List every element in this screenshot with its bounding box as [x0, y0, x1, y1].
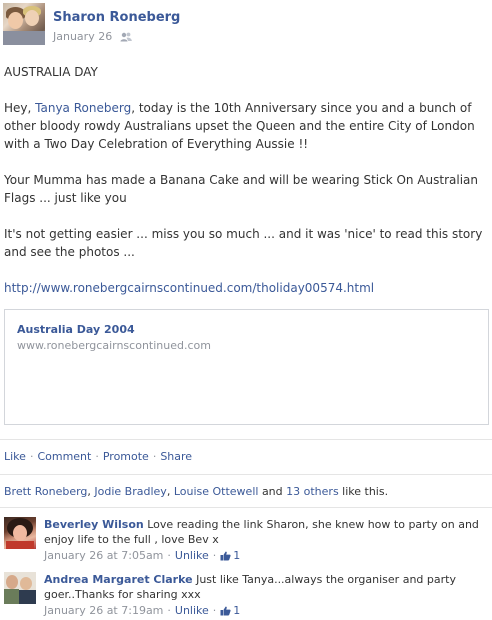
separator: ·: [152, 450, 157, 463]
comment-meta: January 26 at 7:05am · Unlike · 1: [44, 548, 488, 563]
comment: Andrea Margaret Clarke Just like Tanya..…: [4, 572, 488, 618]
liker-link[interactable]: Louise Ottewell: [174, 485, 259, 498]
liker-link[interactable]: Jodie Bradley: [94, 485, 166, 498]
likes-summary: Brett Roneberg, Jodie Bradley, Louise Ot…: [4, 485, 388, 498]
link-card-title[interactable]: Australia Day 2004: [17, 323, 135, 336]
action-bar: Like · Comment · Promote · Share: [4, 450, 192, 463]
comment-like-count[interactable]: 1: [220, 603, 240, 618]
comment-meta: January 26 at 7:19am · Unlike · 1: [44, 603, 488, 618]
post-title: AUSTRALIA DAY: [4, 65, 98, 79]
comment-button[interactable]: Comment: [37, 450, 91, 463]
like-count-value: 1: [233, 604, 241, 617]
separator: ·: [212, 549, 217, 562]
divider: [0, 474, 492, 475]
comment-body: Beverley Wilson Love reading the link Sh…: [44, 517, 488, 563]
author-name[interactable]: Sharon Roneberg: [53, 10, 180, 25]
post-url-link[interactable]: http://www.ronebergcairnscontinued.com/t…: [4, 281, 374, 295]
comment-body: Andrea Margaret Clarke Just like Tanya..…: [44, 572, 488, 618]
others-likes-link[interactable]: 13 others: [286, 485, 339, 498]
commenter-avatar[interactable]: [4, 572, 36, 604]
comma: ,: [166, 485, 171, 498]
likes-suffix: like this.: [342, 485, 389, 498]
post-date[interactable]: January 26: [53, 30, 112, 43]
comment-timestamp[interactable]: January 26 at 7:19am: [44, 603, 163, 618]
post-body: AUSTRALIA DAY Hey, Tanya Roneberg, today…: [4, 63, 488, 297]
post-paragraph-1: Hey, Tanya Roneberg, today is the 10th A…: [4, 99, 488, 153]
separator: ·: [212, 604, 217, 617]
post-paragraph-3: It's not getting easier ... miss you so …: [4, 227, 483, 259]
comment: Beverley Wilson Love reading the link Sh…: [4, 517, 488, 563]
commenter-name[interactable]: Beverley Wilson: [44, 518, 144, 531]
share-button[interactable]: Share: [160, 450, 192, 463]
commenter-name[interactable]: Andrea Margaret Clarke: [44, 573, 193, 586]
promote-button[interactable]: Promote: [103, 450, 149, 463]
unlike-button[interactable]: Unlike: [175, 548, 209, 563]
divider: [0, 507, 492, 508]
p1-prefix: Hey,: [4, 101, 36, 115]
comma: ,: [87, 485, 91, 498]
like-button[interactable]: Like: [4, 450, 26, 463]
thumbs-up-icon: [220, 606, 231, 615]
link-card-url: www.ronebergcairnscontinued.com: [17, 339, 211, 352]
unlike-button[interactable]: Unlike: [175, 603, 209, 618]
post-paragraph-2: Your Mumma has made a Banana Cake and wi…: [4, 173, 479, 205]
divider: [0, 439, 492, 440]
separator: ·: [167, 549, 171, 562]
comment-timestamp[interactable]: January 26 at 7:05am: [44, 548, 163, 563]
separator: ·: [167, 604, 171, 617]
separator: ·: [29, 450, 34, 463]
separator: ·: [95, 450, 99, 463]
post-header: Sharon Roneberg January 26: [3, 3, 489, 45]
author-avatar[interactable]: [3, 3, 45, 45]
liker-link[interactable]: Brett Roneberg: [4, 485, 87, 498]
and-text: and: [261, 485, 283, 498]
thumbs-up-icon: [220, 551, 231, 560]
link-preview-card[interactable]: Australia Day 2004 www.ronebergcairnscon…: [4, 309, 489, 425]
commenter-avatar[interactable]: [4, 517, 36, 549]
comment-like-count[interactable]: 1: [220, 548, 240, 563]
tagged-user-link[interactable]: Tanya Roneberg: [35, 101, 131, 115]
like-count-value: 1: [233, 549, 241, 562]
post-meta: January 26: [53, 30, 133, 43]
friends-icon[interactable]: [120, 32, 133, 42]
